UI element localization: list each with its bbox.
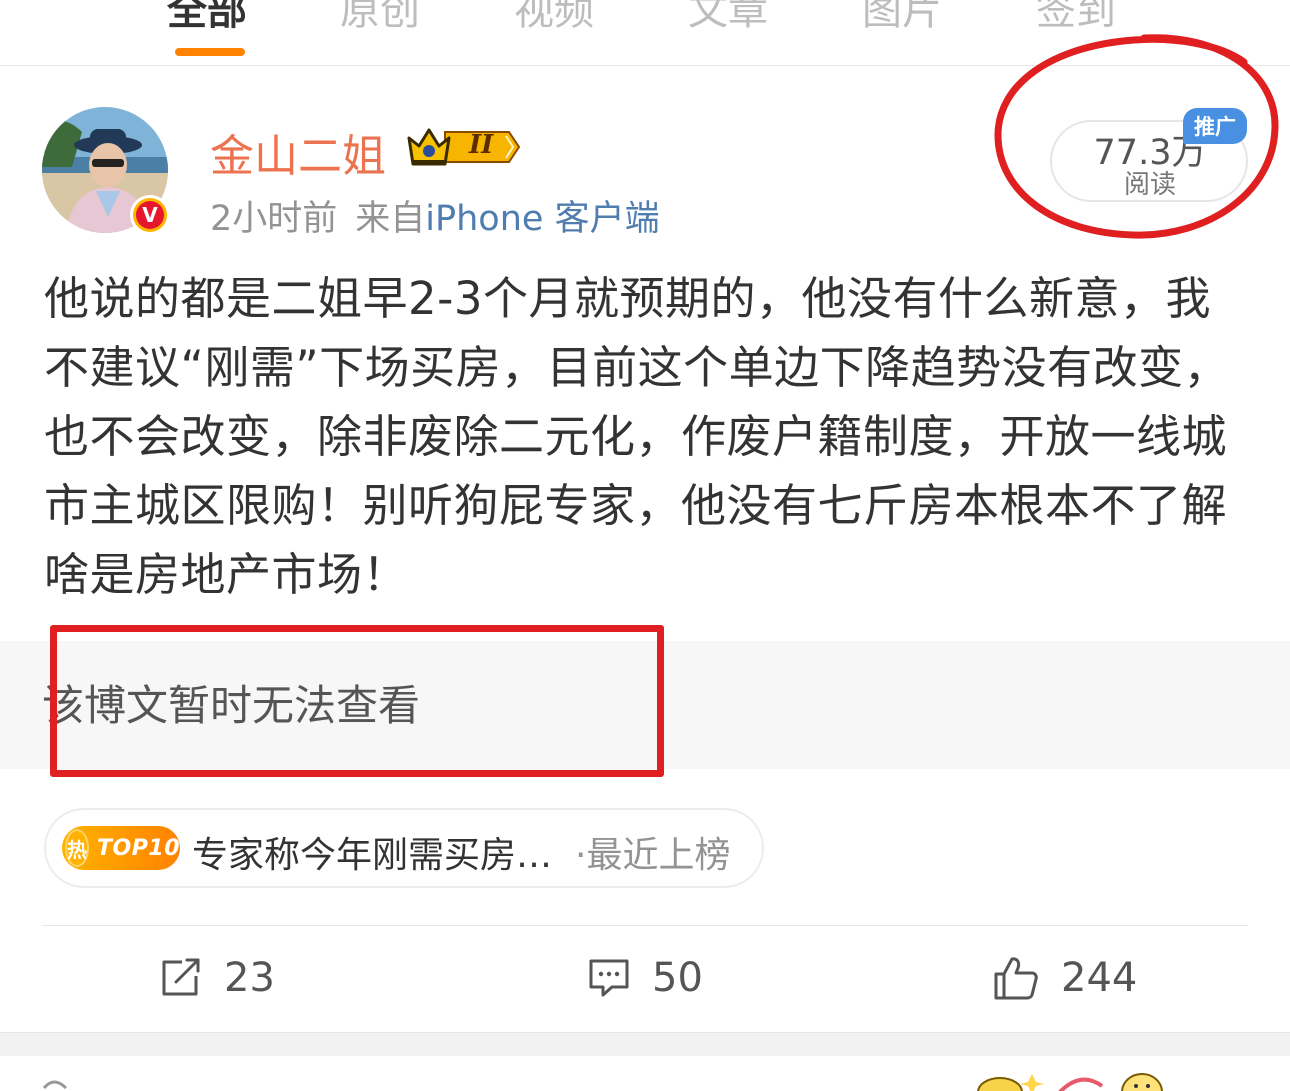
crown-icon[interactable]: II <box>405 124 521 170</box>
tab-article[interactable]: 文章 <box>688 0 768 36</box>
repost-icon <box>162 958 200 996</box>
red-circle-annotation <box>994 34 1279 239</box>
tab-video[interactable]: 视频 <box>514 0 594 36</box>
post-time: 2小时前 <box>210 199 338 239</box>
tab-image[interactable]: 图片 <box>862 0 942 36</box>
post-meta: 2小时前 来自iPhone 客户端 <box>210 190 660 241</box>
client-link[interactable]: iPhone 客户端 <box>425 199 659 239</box>
from-label: 来自 <box>355 199 426 239</box>
active-tab-indicator <box>175 48 245 56</box>
feed-separator <box>0 1032 1290 1057</box>
like-count: 244 <box>1061 955 1138 1001</box>
comment-icon <box>589 959 629 997</box>
repost-button[interactable]: 23 <box>160 950 275 1006</box>
like-icon <box>994 957 1038 1000</box>
verified-mark: V <box>136 201 164 229</box>
tab-original[interactable]: 原创 <box>340 0 420 36</box>
hot-rank-label: TOP10 <box>97 835 180 861</box>
tab-all[interactable]: 全部 <box>167 0 247 36</box>
verified-icon: V <box>130 195 170 235</box>
tab-checkin[interactable]: 签到 <box>1036 0 1116 36</box>
hot-topic-title[interactable]: 专家称今年刚需买房… <box>192 826 552 878</box>
like-button[interactable]: 244 <box>993 950 1137 1006</box>
hot-icon: 热 <box>65 829 90 867</box>
red-rectangle-annotation <box>50 625 664 777</box>
sticker-watermark-icon <box>977 1073 1163 1091</box>
comment-button[interactable]: 50 <box>588 950 703 1006</box>
member-level: II <box>469 130 494 160</box>
post-text: 他说的都是二姐早2-3个月就预期的，他没有什么新意，我不建议“刚需”下场买房，目… <box>44 272 1230 601</box>
username[interactable]: 金山二姐 <box>210 120 386 184</box>
action-divider <box>42 925 1248 926</box>
repost-count: 23 <box>224 955 275 1001</box>
next-post-icon <box>42 1080 68 1090</box>
hot-badge: 热 TOP10 <box>62 826 180 870</box>
comment-count: 50 <box>652 955 703 1001</box>
hot-topic-status: ·最近上榜 <box>575 835 731 876</box>
